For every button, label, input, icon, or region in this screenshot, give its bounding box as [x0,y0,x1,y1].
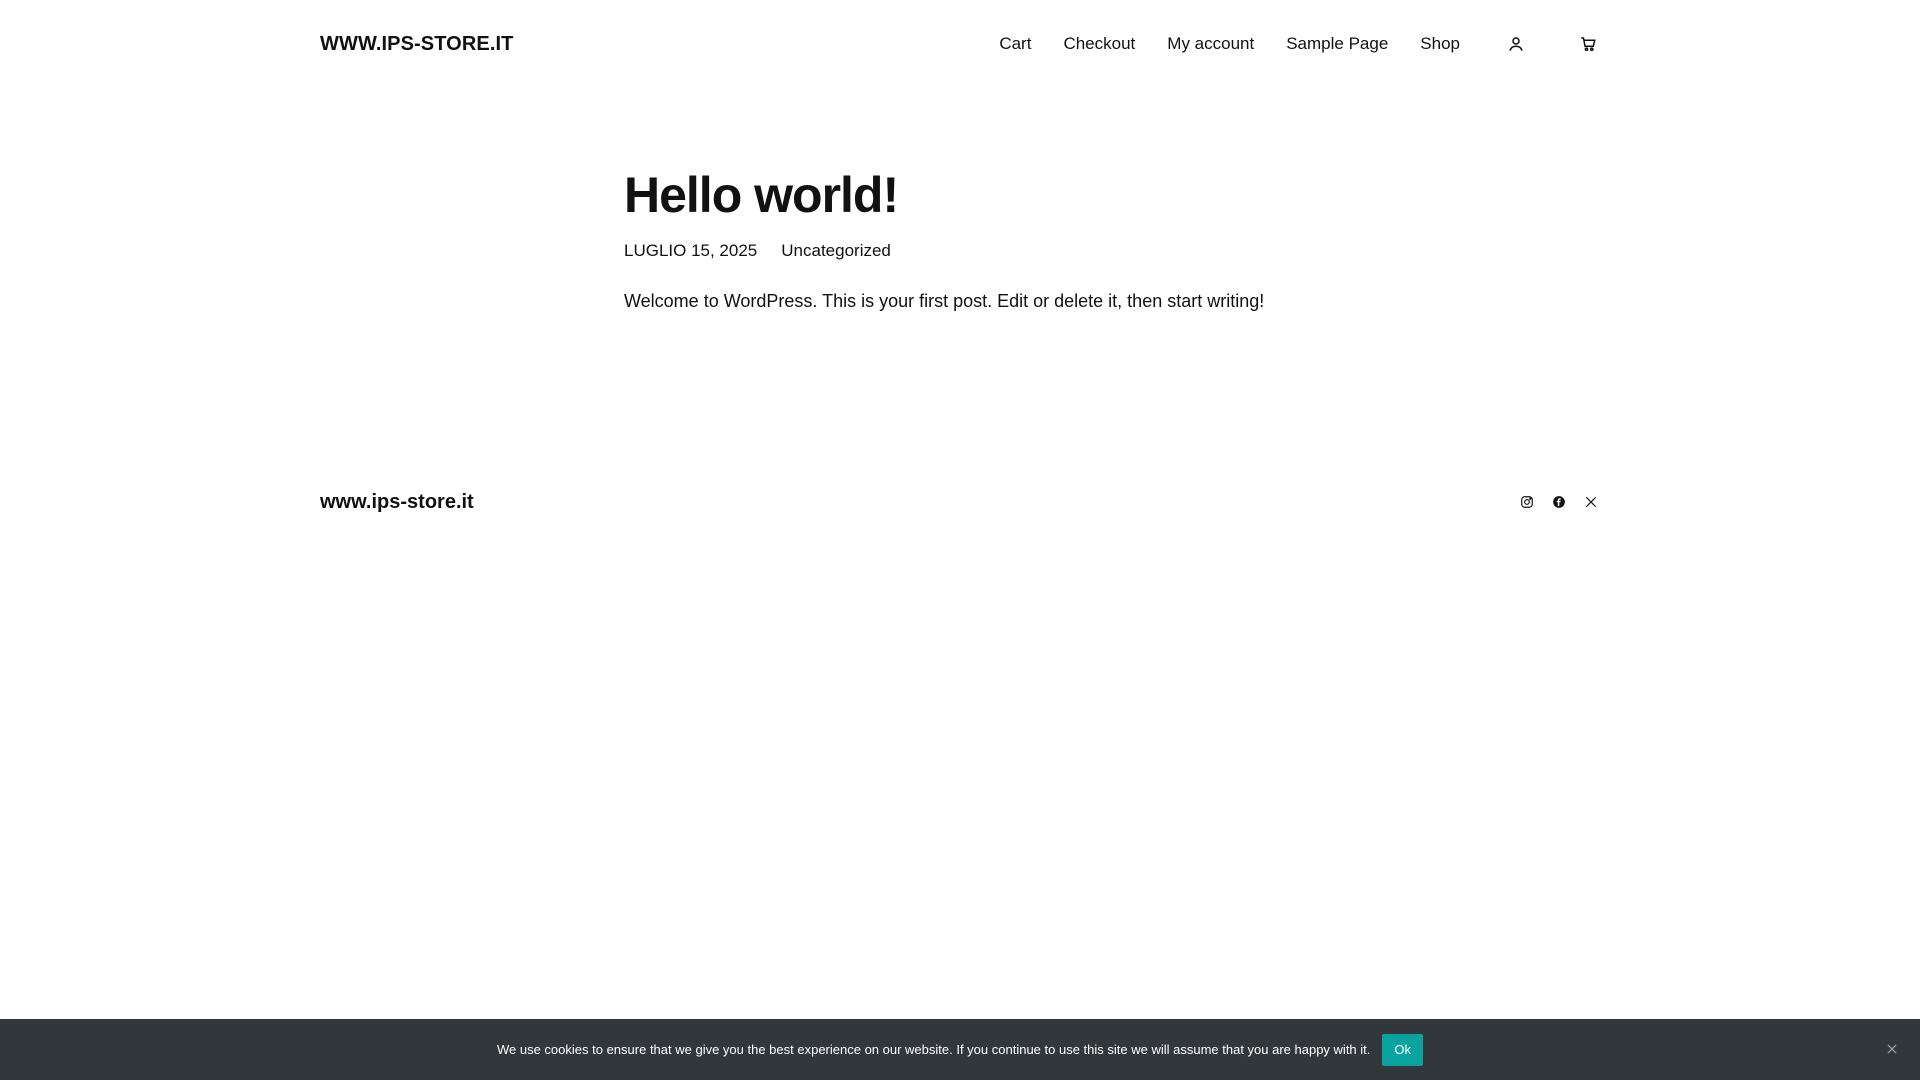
post-date[interactable]: LUGLIO 15, 2025 [624,241,757,261]
cookie-notice-text: We use cookies to ensure that we give yo… [496,1042,1371,1057]
post-meta: LUGLIO 15, 2025 Uncategorized [624,241,1274,261]
site-header: WWW.IPS-STORE.IT Cart Checkout My accoun… [320,32,1600,56]
instagram-icon[interactable] [1518,493,1536,511]
main-navigation: Cart Checkout My account Sample Page Sho… [999,32,1600,56]
post-content: Welcome to WordPress. This is your first… [624,291,1265,311]
post: Hello world! LUGLIO 15, 2025 Uncategoriz… [624,165,1274,316]
header-icons [1504,32,1600,56]
facebook-icon[interactable] [1550,493,1568,511]
cart-icon[interactable] [1576,32,1600,56]
nav-item-my-account[interactable]: My account [1167,34,1254,54]
post-title: Hello world! [624,167,899,223]
x-icon[interactable] [1582,493,1600,511]
social-links [1518,493,1600,511]
close-icon[interactable] [1880,1037,1904,1061]
user-icon[interactable] [1504,32,1528,56]
nav-item-checkout[interactable]: Checkout [1063,34,1135,54]
nav-item-shop[interactable]: Shop [1420,34,1460,54]
footer-site-title[interactable]: www.ips-store.it [320,491,474,514]
site-title[interactable]: WWW.IPS-STORE.IT [320,33,513,56]
cookie-notice: We use cookies to ensure that we give yo… [0,1019,1920,1080]
site-footer: www.ips-store.it [320,488,1600,516]
cookie-ok-button[interactable]: Ok [1382,1033,1424,1066]
post-category[interactable]: Uncategorized [781,241,891,261]
nav-item-cart[interactable]: Cart [999,34,1031,54]
nav-item-sample-page[interactable]: Sample Page [1286,34,1388,54]
